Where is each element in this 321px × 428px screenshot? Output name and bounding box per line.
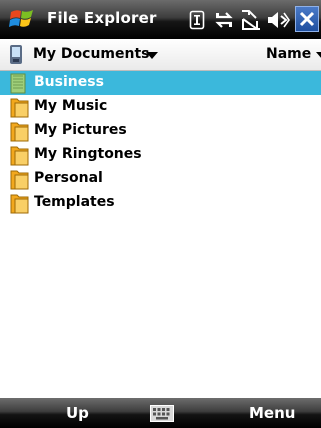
file-list: Business My Music My Pictures My Rington… xyxy=(0,71,321,215)
signal-off-icon xyxy=(242,10,260,30)
list-item-label: Templates xyxy=(34,194,115,210)
list-item[interactable]: Templates xyxy=(0,191,321,215)
windows-flag-icon[interactable] xyxy=(9,7,35,31)
list-item[interactable]: My Music xyxy=(0,95,321,119)
list-item[interactable]: Personal xyxy=(0,167,321,191)
list-item[interactable]: My Pictures xyxy=(0,119,321,143)
sim-icon xyxy=(189,10,205,30)
close-button[interactable] xyxy=(295,6,319,32)
location-bar: My Documents Name xyxy=(0,39,321,71)
title-bar: File Explorer xyxy=(0,0,321,39)
softkey-bar: Up Menu xyxy=(0,398,321,428)
folder-icon xyxy=(10,194,29,214)
folder-icon xyxy=(10,170,29,190)
folder-icon xyxy=(10,122,29,142)
list-item-label: My Music xyxy=(34,98,108,114)
list-item-label: Personal xyxy=(34,170,103,186)
sort-chevron-down-icon[interactable] xyxy=(316,52,321,59)
up-softkey[interactable]: Up xyxy=(66,404,89,422)
app-title: File Explorer xyxy=(47,9,157,27)
sort-dropdown[interactable]: Name xyxy=(266,46,311,62)
list-item-label: My Pictures xyxy=(34,122,127,138)
close-icon xyxy=(299,11,315,27)
chevron-down-icon[interactable] xyxy=(146,52,158,59)
list-item-label: My Ringtones xyxy=(34,146,142,162)
folder-icon xyxy=(10,98,29,118)
folder-icon xyxy=(10,73,26,94)
volume-mute-icon[interactable] xyxy=(266,9,290,31)
list-item-label: Business xyxy=(34,74,104,90)
sync-icon xyxy=(215,12,233,28)
list-item[interactable]: Business xyxy=(0,71,321,95)
location-dropdown[interactable]: My Documents xyxy=(33,46,150,62)
list-item[interactable]: My Ringtones xyxy=(0,143,321,167)
menu-softkey[interactable]: Menu xyxy=(249,404,295,422)
keyboard-icon[interactable] xyxy=(150,405,174,422)
folder-icon xyxy=(10,146,29,166)
device-icon xyxy=(10,45,22,64)
